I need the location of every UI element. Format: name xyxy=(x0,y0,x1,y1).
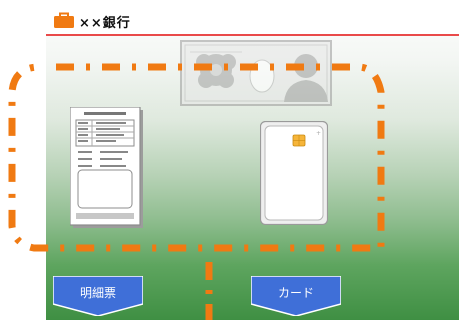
card-button[interactable]: カード xyxy=(251,276,341,316)
header-bar: ××銀行 xyxy=(46,0,459,36)
banknote-illustration xyxy=(180,40,332,106)
statement-slip-illustration xyxy=(70,107,143,228)
briefcase-icon xyxy=(54,12,74,28)
cash-card-illustration: + xyxy=(260,121,328,225)
atm-screen: ××銀行 + xyxy=(46,0,459,320)
statement-button[interactable]: 明細票 xyxy=(53,276,143,316)
statement-button-label: 明細票 xyxy=(79,286,116,300)
card-button-label: カード xyxy=(277,286,314,300)
svg-text:+: + xyxy=(316,130,321,137)
bank-name: ××銀行 xyxy=(79,16,131,31)
